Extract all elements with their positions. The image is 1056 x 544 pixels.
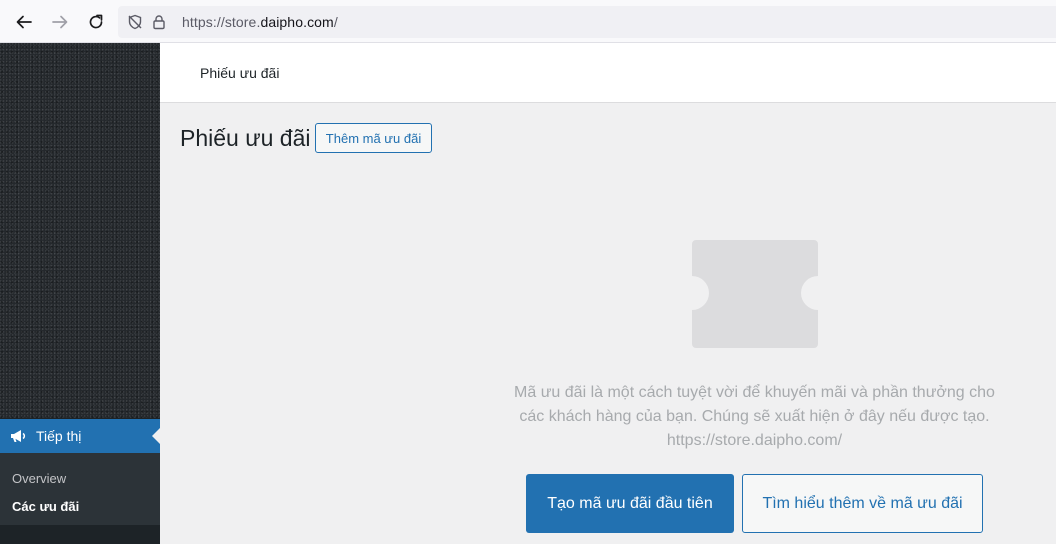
page-title: Phiếu ưu đãi (180, 125, 311, 151)
arrow-right-icon (52, 15, 68, 29)
back-button[interactable] (6, 4, 42, 40)
add-coupon-button[interactable]: Thêm mã ưu đãi (315, 123, 432, 153)
coupon-ticket-icon (692, 240, 818, 348)
url-scheme: https://store. (182, 14, 261, 30)
reload-button[interactable] (78, 4, 114, 40)
tracking-protection-icon[interactable] (124, 11, 146, 33)
current-menu-arrow (152, 428, 160, 444)
header-title: Phiếu ưu đãi (200, 65, 280, 81)
submenu-item-coupons[interactable]: Các ưu đãi (0, 493, 160, 521)
arrow-left-icon (16, 15, 32, 29)
admin-sidebar: Tiếp thị Overview Các ưu đãi (0, 43, 160, 544)
empty-state-line: Mã ưu đãi là một cách tuyệt vời để khuyế… (514, 384, 995, 401)
sidebar-submenu: Overview Các ưu đãi (0, 453, 160, 525)
sidebar-menu-area (0, 43, 160, 418)
submenu-item-overview[interactable]: Overview (0, 465, 160, 493)
empty-state-line: https://store.daipho.com/ (666, 432, 843, 449)
sidebar-item-marketing[interactable]: Tiếp thị (0, 419, 160, 453)
learn-more-button[interactable]: Tìm hiểu thêm về mã ưu đãi (742, 474, 983, 533)
url-text: https://store.daipho.com/ (182, 14, 338, 30)
reload-icon (89, 14, 103, 29)
sidebar-item-label: Tiếp thị (36, 428, 82, 444)
url-path: / (333, 14, 338, 30)
empty-state-line: các khách hàng của bạn. Chúng sẽ xuất hi… (519, 408, 990, 425)
browser-toolbar: https://store.daipho.com/ (0, 0, 1056, 43)
address-bar[interactable]: https://store.daipho.com/ (118, 6, 1056, 38)
lock-icon[interactable] (148, 11, 170, 33)
page-header: Phiếu ưu đãi (160, 43, 1056, 103)
megaphone-icon (8, 426, 28, 446)
url-host: daipho.com (260, 14, 334, 30)
forward-button[interactable] (42, 4, 78, 40)
empty-state-message: Mã ưu đãi là một cách tuyệt vời để khuyế… (497, 381, 1012, 453)
create-first-coupon-button[interactable]: Tạo mã ưu đãi đầu tiên (526, 474, 734, 533)
